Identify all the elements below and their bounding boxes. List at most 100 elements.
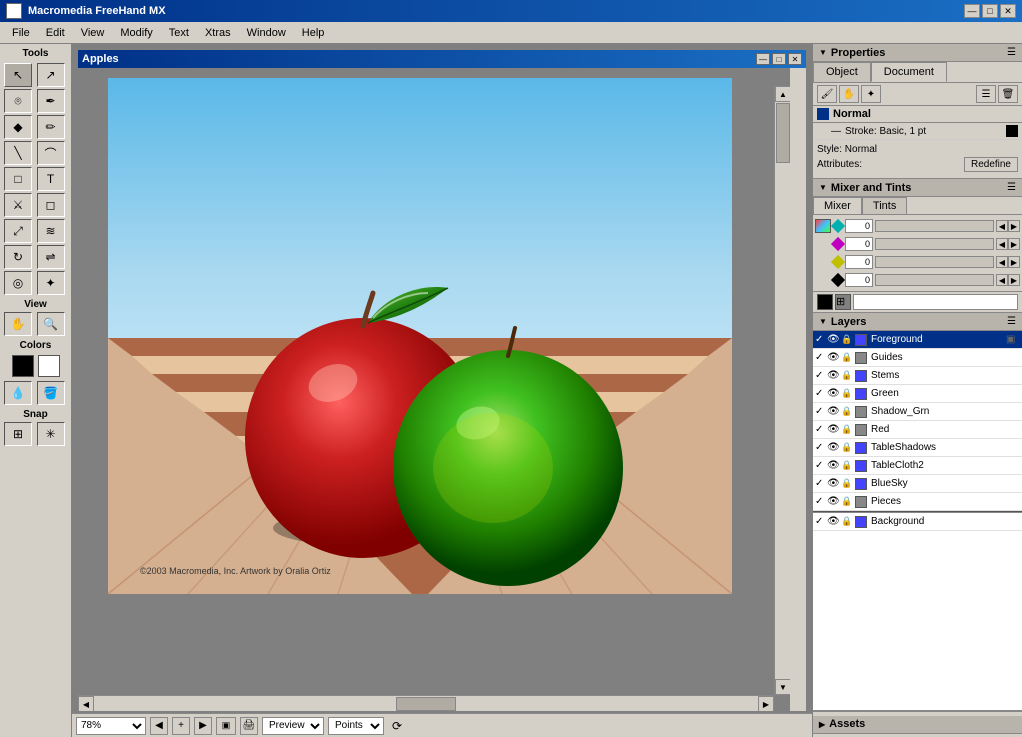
doc-restore[interactable]: □ [772,53,786,65]
rectangle-tool[interactable]: □ [4,167,32,191]
zoom-select[interactable]: 78% 50% 100% 150% [76,717,146,735]
properties-panel-header[interactable]: ▼ Properties ☰ [813,44,1022,62]
layer-green-lock[interactable]: 🔒 [841,388,853,400]
units-select[interactable]: Points Inches Cm [328,717,384,735]
pencil-tool[interactable]: ✏ [37,115,65,139]
layer-background-lock[interactable]: 🔒 [841,516,853,528]
layer-tableshadows[interactable]: ✓ 👁 🔒 TableShadows [813,439,1022,457]
layer-pieces[interactable]: ✓ 👁 🔒 Pieces [813,493,1022,511]
canvas-paper[interactable]: ©2003 Macromedia, Inc. Artwork by Oralia… [108,78,732,594]
layer-bluesky-lock[interactable]: 🔒 [841,478,853,490]
doc-minimize[interactable]: — [756,53,770,65]
lasso-tool[interactable]: ⌾ [4,89,32,113]
mixer-current-color[interactable] [817,294,833,310]
tab-document[interactable]: Document [871,62,947,82]
knife-tool[interactable]: ⚔ [4,193,32,217]
scroll-right-btn[interactable]: ▶ [758,696,774,711]
freeform-tool[interactable]: ≋ [37,219,65,243]
mixer-yellow-slider[interactable] [875,256,994,268]
menu-window[interactable]: Window [239,25,294,41]
scroll-thumb-horizontal[interactable] [396,697,456,711]
subselect-tool[interactable]: ↗ [37,63,65,87]
menu-help[interactable]: Help [294,25,333,41]
page-add-btn[interactable]: + [172,717,190,735]
mixer-yellow-decr[interactable]: ◀ [996,256,1008,268]
layer-background-eye[interactable]: 👁 [827,516,839,528]
line-tool[interactable]: ╲ [4,141,32,165]
properties-menu-btn[interactable]: ☰ [1007,47,1016,58]
select-tool[interactable]: ↖ [4,63,32,87]
prop-star-btn[interactable]: ✦ [861,85,881,103]
doc-scrollbar-horizontal[interactable]: ◀ ▶ [78,695,774,711]
mixer-magenta-incr[interactable]: ▶ [1008,238,1020,250]
layer-tableshadows-lock[interactable]: 🔒 [841,442,853,454]
prop-paint-btn[interactable]: 🖌 [817,85,837,103]
mixer-cyan-input[interactable] [845,219,873,233]
prop-list-btn[interactable]: ☰ [976,85,996,103]
doc-close[interactable]: ✕ [788,53,802,65]
menu-view[interactable]: View [73,25,113,41]
layer-stems-lock[interactable]: 🔒 [841,370,853,382]
mixer-yellow-incr[interactable]: ▶ [1008,256,1020,268]
pen-tool[interactable]: ✒ [37,89,65,113]
layer-guides-eye[interactable]: 👁 [827,352,839,364]
mirror-tool[interactable]: ⇌ [37,245,65,269]
stroke-swatch[interactable] [12,355,34,377]
mixer-black-decr[interactable]: ◀ [996,274,1008,286]
menu-text[interactable]: Text [161,25,197,41]
mixer-magenta-slider[interactable] [875,238,994,250]
layer-tablecloth2-eye[interactable]: 👁 [827,460,839,472]
page-next-btn[interactable]: ▶ [194,717,212,735]
layer-background[interactable]: ✓ 👁 🔒 Background [813,513,1022,531]
layer-stems-eye[interactable]: 👁 [827,370,839,382]
text-tool[interactable]: T [37,167,65,191]
assets-panel-header[interactable]: ▶ Assets [813,716,1022,734]
layer-red-eye[interactable]: 👁 [827,424,839,436]
redefine-button[interactable]: Redefine [964,157,1018,172]
layer-stems[interactable]: ✓ 👁 🔒 Stems [813,367,1022,385]
mixer-add-to-list-btn[interactable]: ⊞ [835,294,851,310]
mixer-yellow-input[interactable] [845,255,873,269]
menu-edit[interactable]: Edit [38,25,73,41]
layer-green[interactable]: ✓ 👁 🔒 Green [813,385,1022,403]
bezigon-tool[interactable]: ◆ [4,115,32,139]
mixer-cyan-decr[interactable]: ◀ [996,220,1008,232]
snap-tool-2[interactable]: ✳ [37,422,65,446]
layer-shadow-grn-lock[interactable]: 🔒 [841,406,853,418]
layer-guides[interactable]: ✓ 👁 🔒 Guides [813,349,1022,367]
layer-bluesky[interactable]: ✓ 👁 🔒 BlueSky [813,475,1022,493]
rotate-tool[interactable]: ↻ [4,245,32,269]
mixer-panel-header[interactable]: ▼ Mixer and Tints ☰ [813,179,1022,197]
scale-tool[interactable]: ⤢ [4,219,32,243]
scroll-thumb-vertical[interactable] [776,103,790,163]
minimize-button[interactable]: — [964,4,980,18]
layer-red[interactable]: ✓ 👁 🔒 Red [813,421,1022,439]
arc-tool[interactable]: ⌒ [37,141,65,165]
layer-shadow-grn[interactable]: ✓ 👁 🔒 Shadow_Grn [813,403,1022,421]
mixer-color-name-input[interactable] [853,294,1018,310]
tab-tints[interactable]: Tints [862,197,907,214]
mixer-cyan-slider[interactable] [875,220,994,232]
zoom-tool[interactable]: 🔍 [37,312,65,336]
layer-pieces-eye[interactable]: 👁 [827,496,839,508]
hand-tool[interactable]: ✋ [4,312,32,336]
mixer-black-input[interactable] [845,273,873,287]
layer-tablecloth2[interactable]: ✓ 👁 🔒 TableCloth2 [813,457,1022,475]
layers-menu-btn[interactable]: ☰ [1007,316,1016,327]
doc-scrollbar-vertical[interactable]: ▲ ▼ [774,86,790,695]
mixer-magenta-decr[interactable]: ◀ [996,238,1008,250]
mixer-cyan-incr[interactable]: ▶ [1008,220,1020,232]
print-btn[interactable]: 🖨 [240,717,258,735]
tab-mixer[interactable]: Mixer [813,197,862,214]
layer-shadow-grn-eye[interactable]: 👁 [827,406,839,418]
layer-foreground-lock[interactable]: 🔒 [841,334,853,346]
mixer-color-preview[interactable] [815,219,831,233]
layer-foreground-eye[interactable]: 👁 [827,334,839,346]
menu-modify[interactable]: Modify [112,25,160,41]
layer-red-lock[interactable]: 🔒 [841,424,853,436]
eraser-tool[interactable]: ◻ [37,193,65,217]
layer-pieces-lock[interactable]: 🔒 [841,496,853,508]
layer-foreground[interactable]: ✓ 👁 🔒 Foreground ▣ [813,331,1022,349]
page-prev-btn[interactable]: ◀ [150,717,168,735]
menu-xtras[interactable]: Xtras [197,25,239,41]
